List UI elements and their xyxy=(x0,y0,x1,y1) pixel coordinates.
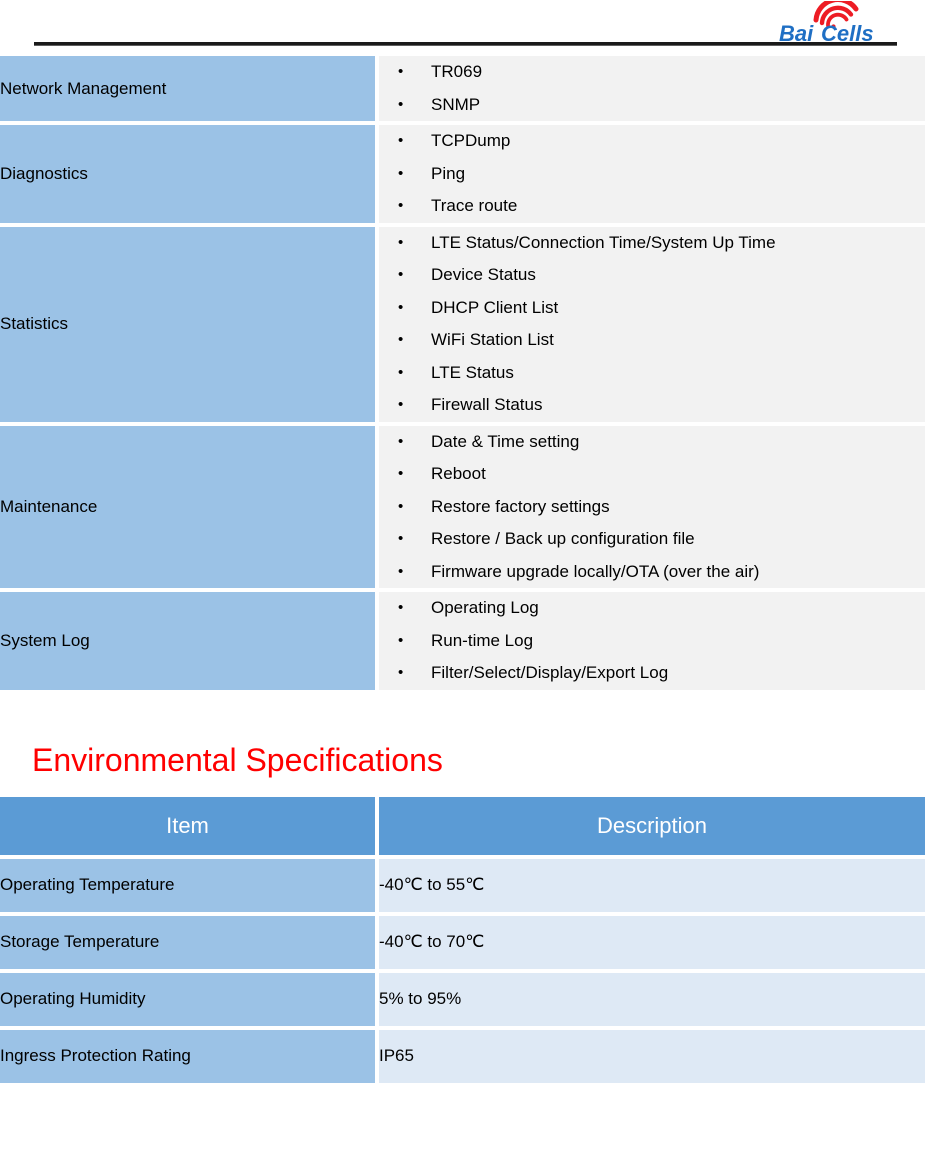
feature-items-cell: TR069 SNMP xyxy=(379,56,925,121)
feature-items-cell: TCPDump Ping Trace route xyxy=(379,125,925,223)
features-table-body: Network Management TR069 SNMP Diagnostic… xyxy=(0,56,925,690)
table-row: Diagnostics TCPDump Ping Trace route xyxy=(0,125,925,223)
list-item: Reboot xyxy=(398,458,925,491)
table-row: Maintenance Date & Time setting Reboot R… xyxy=(0,425,925,589)
feature-item-list: Date & Time setting Reboot Restore facto… xyxy=(379,426,925,589)
list-item: Firewall Status xyxy=(398,389,925,422)
feature-items-cell: LTE Status/Connection Time/System Up Tim… xyxy=(379,226,925,422)
list-item: Ping xyxy=(398,158,925,191)
table-row: Storage Temperature -40℃ to 70℃ xyxy=(0,915,925,969)
spec-item-value: -40℃ to 70℃ xyxy=(379,915,925,969)
environmental-specifications-table: Item Description Operating Temperature -… xyxy=(0,793,925,1087)
table-header-row: Item Description xyxy=(0,796,925,855)
feature-category-label: Network Management xyxy=(0,56,375,121)
list-item: Trace route xyxy=(398,190,925,223)
list-item: TR069 xyxy=(398,56,925,89)
list-item: DHCP Client List xyxy=(398,292,925,325)
list-item: Run-time Log xyxy=(398,625,925,658)
environmental-table-body: Item Description Operating Temperature -… xyxy=(0,796,925,1083)
column-header-description: Description xyxy=(379,796,925,855)
list-item: Date & Time setting xyxy=(398,426,925,459)
table-row: Ingress Protection Rating IP65 xyxy=(0,1029,925,1083)
spec-item-label: Ingress Protection Rating xyxy=(0,1029,375,1083)
list-item: SNMP xyxy=(398,89,925,122)
spec-item-value: 5% to 95% xyxy=(379,972,925,1026)
list-item: LTE Status/Connection Time/System Up Tim… xyxy=(398,227,925,260)
list-item: Filter/Select/Display/Export Log xyxy=(398,657,925,690)
feature-item-list: Operating Log Run-time Log Filter/Select… xyxy=(379,592,925,690)
feature-items-cell: Operating Log Run-time Log Filter/Select… xyxy=(379,592,925,690)
spec-item-value: -40℃ to 55℃ xyxy=(379,858,925,912)
spec-item-label: Operating Humidity xyxy=(0,972,375,1026)
list-item: Device Status xyxy=(398,259,925,292)
logo-wordmark-cells: Cells xyxy=(821,21,874,43)
table-row: Network Management TR069 SNMP xyxy=(0,56,925,121)
table-row: Statistics LTE Status/Connection Time/Sy… xyxy=(0,226,925,422)
feature-category-label: Statistics xyxy=(0,226,375,422)
feature-item-list: TCPDump Ping Trace route xyxy=(379,125,925,223)
feature-item-list: TR069 SNMP xyxy=(379,56,925,121)
feature-item-list: LTE Status/Connection Time/System Up Tim… xyxy=(379,227,925,422)
list-item: Restore / Back up configuration file xyxy=(398,523,925,556)
list-item: TCPDump xyxy=(398,125,925,158)
feature-category-label: System Log xyxy=(0,592,375,690)
page-title: Environmental Specifications xyxy=(32,741,443,778)
column-header-item: Item xyxy=(0,796,375,855)
table-row: Operating Temperature -40℃ to 55℃ xyxy=(0,858,925,912)
feature-items-cell: Date & Time setting Reboot Restore facto… xyxy=(379,425,925,589)
list-item: WiFi Station List xyxy=(398,324,925,357)
baicells-logo: Bai Cells xyxy=(777,1,897,43)
logo-wordmark-bai: Bai xyxy=(779,21,814,43)
feature-category-label: Maintenance xyxy=(0,425,375,588)
spec-item-value: IP65 xyxy=(379,1029,925,1083)
spec-item-label: Operating Temperature xyxy=(0,858,375,912)
list-item: Firmware upgrade locally/OTA (over the a… xyxy=(398,556,925,589)
list-item: Restore factory settings xyxy=(398,491,925,524)
list-item: Operating Log xyxy=(398,592,925,625)
table-row: System Log Operating Log Run-time Log Fi… xyxy=(0,592,925,690)
page-header: Bai Cells xyxy=(0,0,925,52)
features-table: Network Management TR069 SNMP Diagnostic… xyxy=(0,52,925,694)
list-item: LTE Status xyxy=(398,357,925,390)
feature-category-label: Diagnostics xyxy=(0,125,375,223)
table-row: Operating Humidity 5% to 95% xyxy=(0,972,925,1026)
spec-item-label: Storage Temperature xyxy=(0,915,375,969)
header-divider-rule xyxy=(34,42,897,46)
